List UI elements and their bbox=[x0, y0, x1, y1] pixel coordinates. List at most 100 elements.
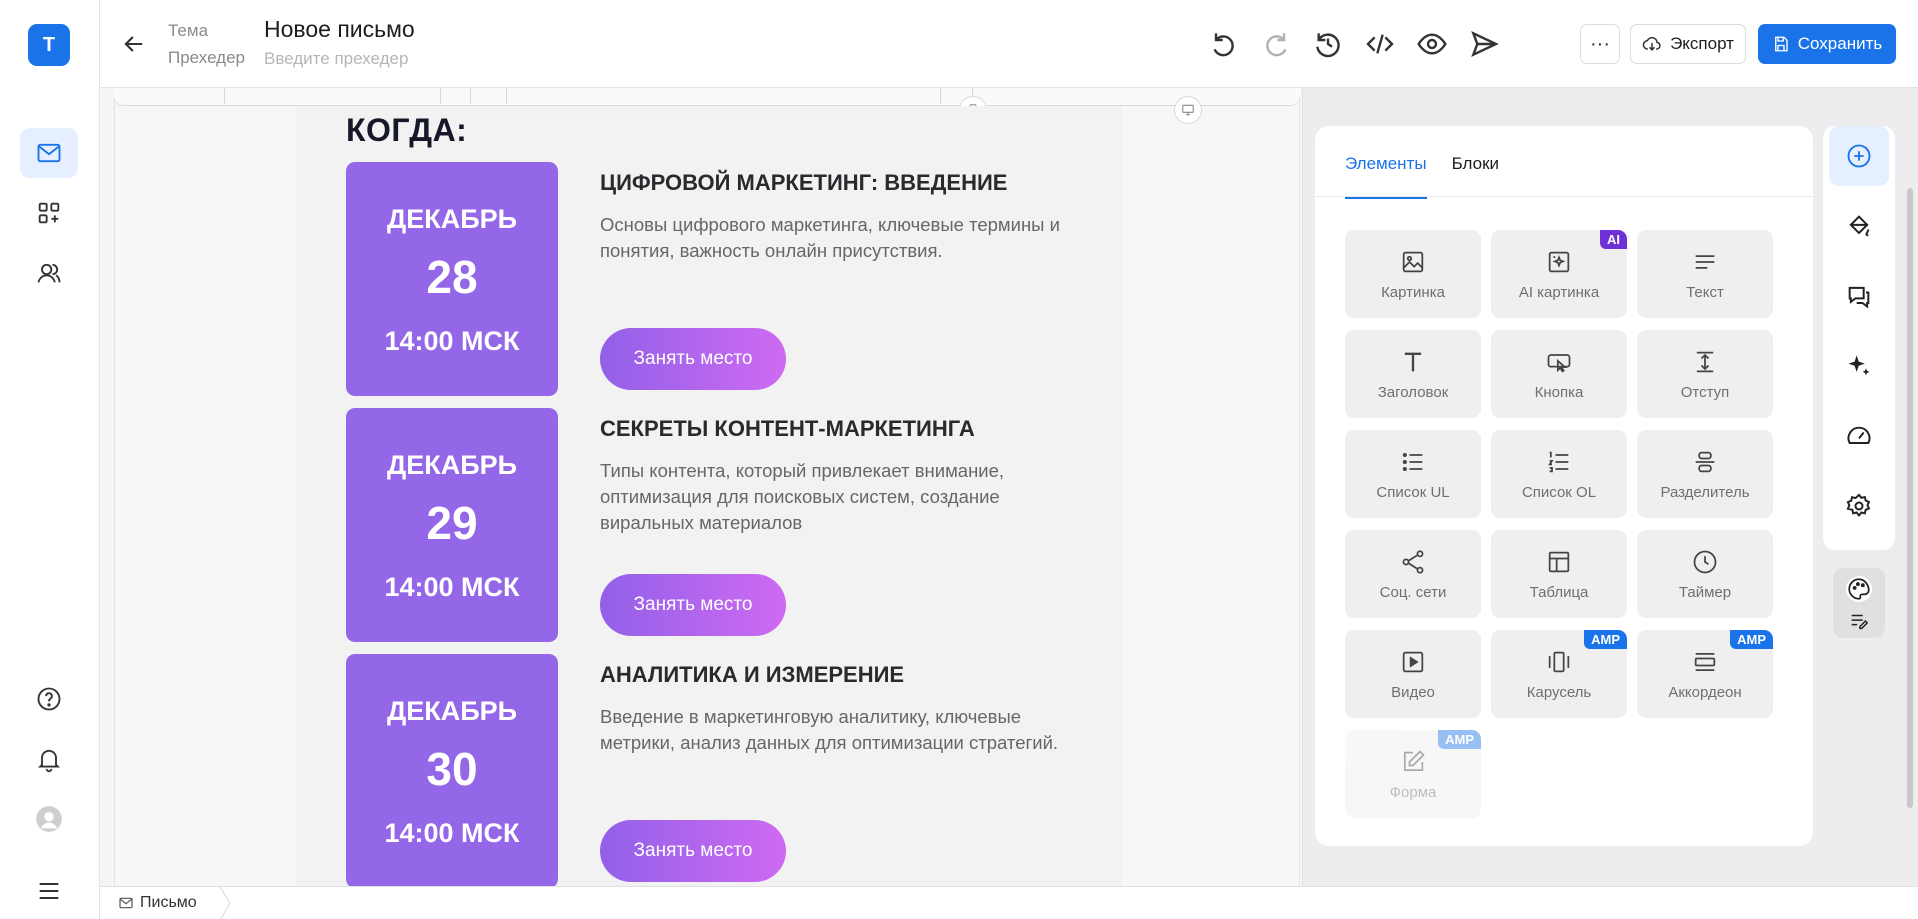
bottom-bar: Письмо bbox=[100, 886, 1918, 919]
desktop-view-button[interactable] bbox=[1174, 96, 1202, 124]
elements-panel: Элементы Блоки Картинка AI картинка AI Т… bbox=[1315, 126, 1813, 846]
breadcrumb-separator-icon bbox=[219, 887, 231, 919]
reserve-seat-button[interactable]: Занять место bbox=[600, 574, 786, 636]
mail-icon bbox=[37, 143, 61, 163]
element-social[interactable]: Соц. сети bbox=[1345, 530, 1481, 618]
sparkle-icon bbox=[1848, 355, 1870, 376]
event-time: 14:00 МСК bbox=[384, 818, 520, 848]
panel-tabs: Элементы Блоки bbox=[1345, 154, 1499, 199]
divider-icon bbox=[1695, 451, 1715, 472]
settings-button[interactable] bbox=[1829, 476, 1889, 536]
list-ol-icon bbox=[1548, 451, 1569, 472]
element-text[interactable]: Текст bbox=[1637, 230, 1773, 318]
mail-icon bbox=[119, 897, 133, 909]
rail-mail-button[interactable] bbox=[20, 128, 78, 178]
panel-scrollbar[interactable] bbox=[1907, 188, 1913, 808]
event-title: АНАЛИТИКА И ИЗМЕРЕНИЕ bbox=[600, 662, 905, 687]
element-label: Список UL bbox=[1376, 483, 1450, 501]
export-button[interactable]: Экспорт bbox=[1630, 24, 1746, 64]
share-icon bbox=[1402, 549, 1424, 574]
table-icon bbox=[1548, 551, 1570, 572]
comments-button[interactable] bbox=[1829, 266, 1889, 326]
preheader-input[interactable]: Введите прехедер bbox=[264, 49, 408, 69]
event-description: Введение в маркетинговую аналитику, ключ… bbox=[600, 706, 1059, 753]
edit-text-icon[interactable] bbox=[1848, 610, 1870, 632]
fill-style-button[interactable] bbox=[1829, 196, 1889, 256]
reserve-seat-button[interactable]: Занять место bbox=[600, 328, 786, 390]
ai-button[interactable] bbox=[1829, 336, 1889, 396]
cloud-download-icon bbox=[1642, 36, 1661, 51]
preview-eye-icon[interactable] bbox=[1416, 28, 1448, 60]
rail-notifications-button[interactable] bbox=[20, 734, 78, 784]
element-timer[interactable]: Таймер bbox=[1637, 530, 1773, 618]
element-divider[interactable]: Разделитель bbox=[1637, 430, 1773, 518]
element-label: Заголовок bbox=[1377, 383, 1449, 401]
element-table[interactable]: Таблица bbox=[1491, 530, 1627, 618]
element-list-ol[interactable]: Список OL bbox=[1491, 430, 1627, 518]
email-body: КОГДА: ДЕКАБРЬ 28 14:00 МСК ЦИФРОВОЙ МАР… bbox=[296, 106, 1122, 886]
accordion-icon bbox=[1694, 652, 1716, 671]
element-carousel[interactable]: Карусель AMP bbox=[1491, 630, 1627, 718]
element-list-ul[interactable]: Список UL bbox=[1345, 430, 1481, 518]
element-ai-image[interactable]: AI картинка AI bbox=[1491, 230, 1627, 318]
bell-icon bbox=[37, 749, 61, 773]
element-heading[interactable]: Заголовок bbox=[1345, 330, 1481, 418]
redo-icon[interactable] bbox=[1260, 28, 1292, 60]
spacer-icon bbox=[1696, 351, 1714, 372]
element-label: Кнопка bbox=[1534, 383, 1584, 401]
element-label: Список OL bbox=[1521, 483, 1597, 501]
theme-toolbar bbox=[1833, 568, 1885, 638]
avatar bbox=[36, 806, 62, 832]
event-day: 28 bbox=[426, 251, 478, 303]
clock-icon bbox=[1693, 550, 1717, 573]
event-time: 14:00 МСК bbox=[384, 326, 520, 356]
undo-icon[interactable] bbox=[1208, 28, 1240, 60]
right-pane: Элементы Блоки Картинка AI картинка AI Т… bbox=[1302, 88, 1918, 886]
apps-add-icon bbox=[38, 202, 60, 224]
export-label: Экспорт bbox=[1670, 34, 1734, 53]
element-label: Карусель bbox=[1526, 683, 1592, 701]
breadcrumb-label: Письмо bbox=[140, 894, 197, 911]
rail-contacts-button[interactable] bbox=[20, 248, 78, 298]
more-button[interactable]: ··· bbox=[1580, 24, 1620, 64]
rail-help-button[interactable] bbox=[20, 674, 78, 724]
breadcrumb[interactable]: Письмо bbox=[118, 894, 197, 912]
performance-button[interactable] bbox=[1829, 406, 1889, 466]
reserve-seat-button[interactable]: Занять место bbox=[600, 820, 786, 882]
help-icon bbox=[37, 687, 61, 711]
event-card: ДЕКАБРЬ 30 14:00 МСК АНАЛИТИКА И ИЗМЕРЕН… bbox=[346, 654, 1086, 886]
plus-circle-icon bbox=[1847, 144, 1871, 168]
carousel-icon bbox=[1548, 651, 1570, 672]
rail-apps-button[interactable] bbox=[20, 188, 78, 238]
element-label: Соц. сети bbox=[1379, 583, 1447, 601]
element-button[interactable]: Кнопка bbox=[1491, 330, 1627, 418]
app-logo[interactable]: T bbox=[28, 24, 70, 66]
add-element-button[interactable] bbox=[1829, 126, 1889, 186]
back-arrow-icon[interactable] bbox=[120, 30, 148, 58]
element-video[interactable]: Видео bbox=[1345, 630, 1481, 718]
event-description: Типы контента, который привлекает вниман… bbox=[600, 460, 1005, 533]
tab-divider bbox=[1315, 196, 1813, 197]
save-button[interactable]: Сохранить bbox=[1758, 24, 1896, 64]
subject-input[interactable]: Новое письмо bbox=[264, 16, 415, 43]
rail-avatar-button[interactable] bbox=[20, 794, 78, 844]
date-box: ДЕКАБРЬ 28 14:00 МСК bbox=[346, 162, 558, 396]
element-spacer[interactable]: Отступ bbox=[1637, 330, 1773, 418]
menu-icon bbox=[39, 882, 59, 900]
palette-icon[interactable] bbox=[1846, 576, 1872, 602]
editor-canvas: КОГДА: ДЕКАБРЬ 28 14:00 МСК ЦИФРОВОЙ МАР… bbox=[100, 88, 1302, 886]
header: Тема Прехедер Новое письмо Введите прехе… bbox=[100, 0, 1918, 88]
tab-elements[interactable]: Элементы bbox=[1345, 154, 1427, 199]
code-icon[interactable] bbox=[1364, 28, 1396, 60]
date-box: ДЕКАБРЬ 29 14:00 МСК bbox=[346, 408, 558, 642]
heading-icon bbox=[1404, 352, 1422, 371]
element-image[interactable]: Картинка bbox=[1345, 230, 1481, 318]
layout-ruler bbox=[114, 88, 1300, 106]
event-day: 29 bbox=[426, 497, 478, 549]
history-icon[interactable] bbox=[1312, 28, 1344, 60]
rail-menu-button[interactable] bbox=[20, 866, 78, 916]
element-form[interactable]: Форма AMP bbox=[1345, 730, 1481, 818]
element-accordion[interactable]: Аккордеон AMP bbox=[1637, 630, 1773, 718]
send-icon[interactable] bbox=[1468, 28, 1500, 60]
tab-blocks[interactable]: Блоки bbox=[1452, 154, 1499, 199]
